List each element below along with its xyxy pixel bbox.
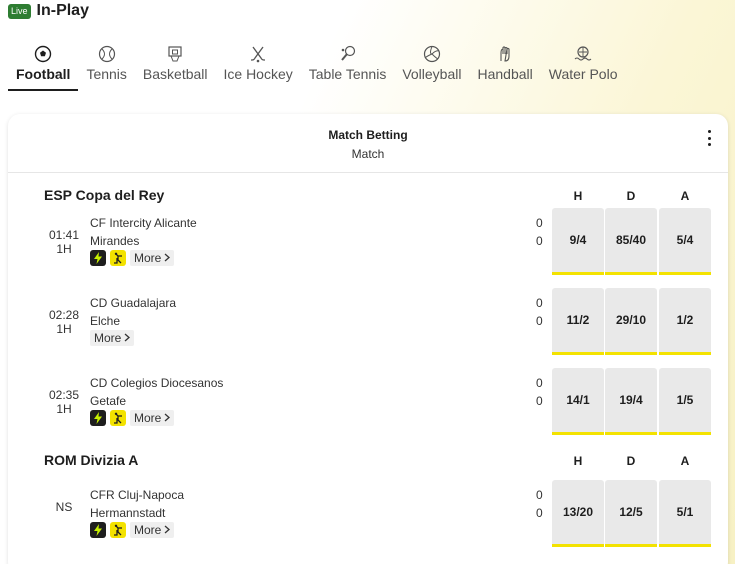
match-stats-icon[interactable] — [110, 522, 126, 538]
match-clock: 02:28 — [48, 308, 80, 322]
away-team[interactable]: Hermannstadt — [90, 506, 165, 520]
market-subtitle: Match — [351, 147, 385, 161]
odds-button-a[interactable]: 5/1 — [659, 480, 711, 547]
handball-icon — [496, 42, 514, 63]
water-polo-icon — [574, 42, 592, 63]
away-team[interactable]: Mirandes — [90, 234, 139, 248]
match-clock: 01:41 — [48, 228, 80, 242]
odds-button-h[interactable]: 14/1 — [552, 368, 604, 435]
odds-button-d[interactable]: 12/5 — [605, 480, 657, 547]
match-period: 1H — [56, 242, 72, 256]
chevron-right-icon — [124, 331, 131, 345]
chevron-right-icon — [164, 523, 171, 537]
home-score: 0 — [536, 216, 543, 230]
market-header: Match Betting Match — [8, 114, 728, 173]
tab-basketball[interactable]: Basketball — [135, 42, 216, 90]
match-clock: 02:35 — [48, 388, 80, 402]
odds-button-d[interactable]: 85/40 — [605, 208, 657, 275]
more-markets-button[interactable]: More — [130, 410, 175, 426]
match-tools: More — [90, 522, 175, 538]
more-label: More — [94, 331, 122, 345]
tab-label: Football — [16, 66, 71, 82]
page-header: Live In-Play — [8, 0, 89, 22]
live-stream-icon[interactable] — [90, 522, 106, 538]
match-tools: More — [90, 330, 135, 346]
tab-label: Water Polo — [548, 66, 618, 82]
match-tools: More — [90, 410, 175, 426]
tab-label: Handball — [477, 66, 533, 82]
tab-ice-hockey[interactable]: Ice Hockey — [216, 42, 301, 90]
tab-label: Basketball — [142, 66, 208, 82]
column-header-a: A — [680, 189, 690, 203]
odds-button-a[interactable]: 5/4 — [659, 208, 711, 275]
odds-button-a[interactable]: 1/2 — [659, 288, 711, 355]
home-team[interactable]: CFR Cluj-Napoca — [90, 488, 184, 502]
tab-label: Volleyball — [402, 66, 462, 82]
home-team[interactable]: CF Intercity Alicante — [90, 216, 197, 230]
tab-label: Ice Hockey — [223, 66, 293, 82]
match-stats-icon[interactable] — [110, 410, 126, 426]
basketball-icon — [166, 42, 184, 63]
football-icon — [34, 42, 52, 63]
match-betting-card: Match Betting Match ESP Copa del Rey H D A 0… — [8, 114, 728, 564]
tab-tennis[interactable]: Tennis — [78, 42, 134, 90]
home-team[interactable]: CD Colegios Diocesanos — [90, 376, 223, 390]
more-markets-button[interactable]: More — [130, 522, 175, 538]
home-score: 0 — [536, 376, 543, 390]
more-label: More — [134, 523, 162, 537]
live-stream-icon[interactable] — [90, 410, 106, 426]
market-title: Match Betting — [328, 128, 408, 142]
chevron-right-icon — [164, 251, 171, 265]
more-markets-button[interactable]: More — [90, 330, 135, 346]
odds-button-d[interactable]: 19/4 — [605, 368, 657, 435]
odds-button-h[interactable]: 9/4 — [552, 208, 604, 275]
odds-button-a[interactable]: 1/5 — [659, 368, 711, 435]
table-tennis-icon — [339, 42, 357, 63]
column-header-h: H — [573, 189, 583, 203]
tab-volleyball[interactable]: Volleyball — [394, 42, 469, 90]
odds-button-d[interactable]: 29/10 — [605, 288, 657, 355]
away-score: 0 — [536, 506, 543, 520]
live-badge: Live — [8, 3, 31, 19]
tab-table-tennis[interactable]: Table Tennis — [301, 42, 395, 90]
more-label: More — [134, 411, 162, 425]
live-stream-icon[interactable] — [90, 250, 106, 266]
match-stats-icon[interactable] — [110, 250, 126, 266]
column-header-d: D — [626, 189, 636, 203]
tab-label: Tennis — [86, 66, 127, 82]
column-header-d: D — [626, 454, 636, 468]
odds-button-h[interactable]: 11/2 — [552, 288, 604, 355]
more-options-icon[interactable] — [708, 130, 712, 146]
match-period: 1H — [56, 322, 72, 336]
away-team[interactable]: Elche — [90, 314, 120, 328]
odds-button-h[interactable]: 13/20 — [552, 480, 604, 547]
tab-handball[interactable]: Handball — [469, 42, 540, 90]
home-score: 0 — [536, 296, 543, 310]
match-period: 1H — [56, 402, 72, 416]
more-markets-button[interactable]: More — [130, 250, 175, 266]
match-clock: NS — [55, 500, 73, 514]
tennis-icon — [98, 42, 116, 63]
page-title: In-Play — [36, 2, 89, 19]
away-team[interactable]: Getafe — [90, 394, 126, 408]
chevron-right-icon — [164, 411, 171, 425]
tab-label: Table Tennis — [308, 66, 387, 82]
more-label: More — [134, 251, 162, 265]
league-name: ESP Copa del Rey — [44, 187, 165, 203]
away-score: 0 — [536, 234, 543, 248]
column-header-h: H — [573, 454, 583, 468]
volleyball-icon — [423, 42, 441, 63]
away-score: 0 — [536, 394, 543, 408]
home-team[interactable]: CD Guadalajara — [90, 296, 176, 310]
column-header-a: A — [680, 454, 690, 468]
away-score: 0 — [536, 314, 543, 328]
tab-water-polo[interactable]: Water Polo — [541, 42, 626, 90]
home-score: 0 — [536, 488, 543, 502]
ice-hockey-icon — [249, 42, 267, 63]
tab-football[interactable]: Football — [8, 42, 79, 91]
league-name: ROM Divizia A — [44, 452, 139, 468]
sports-nav: Football Tennis Basketball Ice Hockey Table … — [8, 42, 626, 91]
match-tools: More — [90, 250, 175, 266]
